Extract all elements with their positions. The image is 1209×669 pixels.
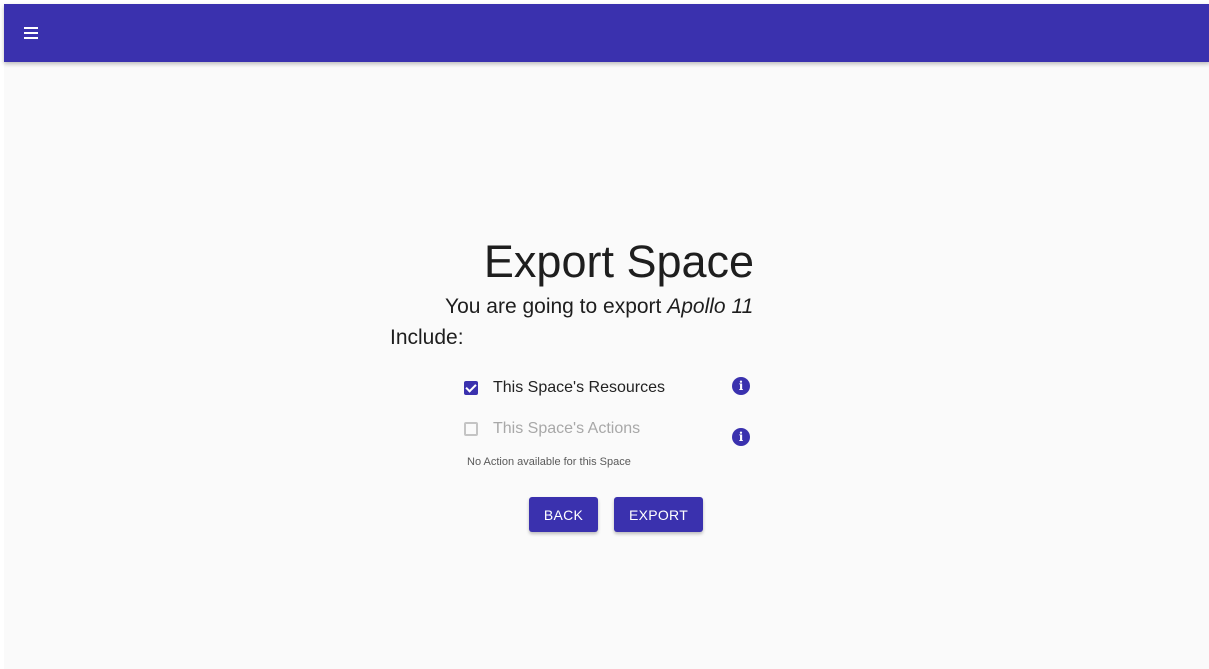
menu-icon-bar <box>24 37 38 39</box>
menu-icon[interactable] <box>22 23 42 43</box>
app-frame: Export Space You are going to export Apo… <box>4 4 1209 669</box>
include-label: Include: <box>390 326 464 349</box>
subtitle-prefix: You are going to export <box>445 295 662 318</box>
info-icon[interactable]: i <box>732 377 750 395</box>
space-name: Apollo 11 <box>667 295 754 318</box>
actions-checkbox-row: This Space's Actions <box>464 417 640 441</box>
actions-checkbox <box>464 422 478 436</box>
info-icon[interactable]: i <box>732 428 750 446</box>
app-bar <box>4 4 1209 62</box>
actions-checkbox-label: This Space's Actions <box>493 420 641 437</box>
menu-icon-bar <box>24 27 38 29</box>
page-title: Export Space <box>483 236 755 287</box>
actions-helper-text: No Action available for this Space <box>467 456 631 468</box>
resources-checkbox[interactable] <box>464 381 478 395</box>
export-button[interactable]: EXPORT <box>614 497 703 532</box>
menu-icon-bar <box>24 32 38 34</box>
resources-checkbox-row[interactable]: This Space's Resources <box>464 376 665 400</box>
resources-checkbox-label[interactable]: This Space's Resources <box>493 379 665 397</box>
export-subtitle: You are going to export Apollo 11 <box>445 293 753 321</box>
back-button[interactable]: BACK <box>529 497 598 532</box>
